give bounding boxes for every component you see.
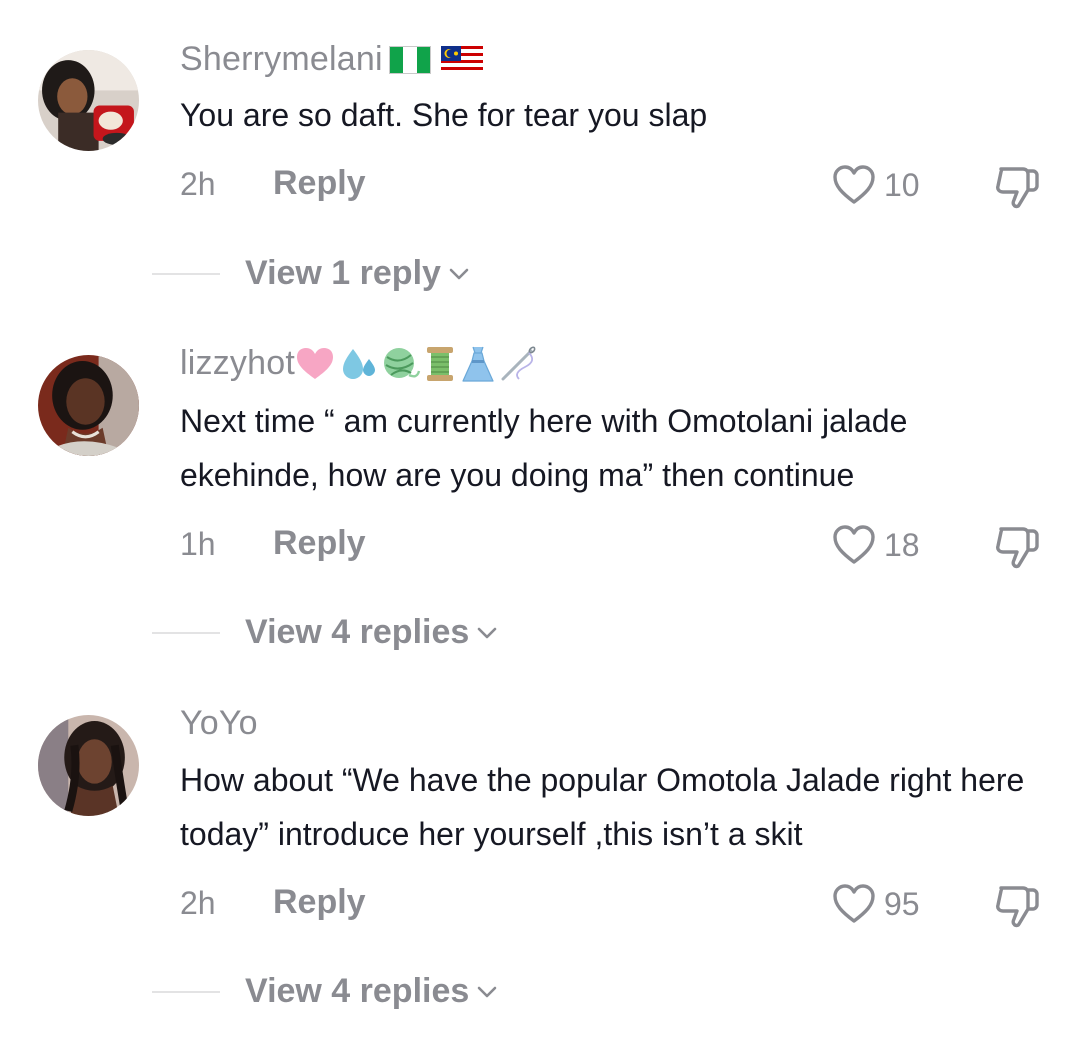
dislike-button[interactable]: [993, 524, 1041, 575]
thumbs-down-icon: [996, 886, 1039, 928]
comment-time: 1h: [180, 526, 216, 562]
avatar[interactable]: [38, 355, 139, 456]
dislike-button[interactable]: [993, 164, 1041, 215]
view-replies-row: View 1 reply: [0, 250, 1080, 300]
replies-divider: [152, 632, 220, 634]
view-replies-button[interactable]: View 4 replies: [245, 613, 497, 652]
comment-item: lizzyhot Next time “ am currently here w…: [0, 330, 1080, 630]
comment-text: You are so daft. She for tear you slap: [180, 97, 708, 133]
view-replies-label: View 4 replies: [245, 972, 470, 1010]
chevron-down-icon: [477, 986, 497, 997]
like-button[interactable]: 95: [832, 883, 920, 925]
comment-item: YoYo How about “We have the popular Omot…: [0, 690, 1080, 980]
reply-button[interactable]: Reply: [273, 524, 366, 563]
like-button[interactable]: 18: [832, 524, 920, 566]
view-replies-button[interactable]: View 1 reply: [245, 254, 469, 293]
avatar[interactable]: [38, 50, 139, 151]
replies-divider: [152, 273, 220, 275]
like-button[interactable]: 10: [832, 164, 920, 206]
sweat-droplets-icon: [342, 348, 375, 379]
comment-username[interactable]: lizzyhot: [180, 344, 547, 383]
comment-time: 2h: [180, 885, 216, 921]
like-count: 10: [884, 166, 920, 203]
comment-text: Next time “ am currently here with Omoto…: [180, 403, 908, 493]
username-text: YoYo: [180, 704, 258, 742]
heart-icon: [833, 884, 875, 923]
view-replies-button[interactable]: View 4 replies: [245, 972, 497, 1011]
view-replies-row: View 4 replies: [0, 609, 1080, 659]
nigeria-flag-icon: [388, 45, 431, 74]
view-replies-label: View 4 replies: [245, 613, 470, 651]
username-text: Sherrymelani: [180, 40, 383, 78]
comment-text: How about “We have the popular Omotola J…: [180, 762, 1025, 852]
comment-time: 2h: [180, 166, 216, 202]
view-replies-row: View 4 replies: [0, 968, 1080, 1018]
like-count: 95: [884, 885, 920, 922]
dislike-button[interactable]: [993, 883, 1041, 934]
chevron-down-icon: [477, 627, 497, 638]
thumbs-down-icon: [996, 527, 1039, 569]
replies-divider: [152, 991, 220, 993]
username-text: lizzyhot: [180, 344, 295, 382]
view-replies-label: View 1 reply: [245, 254, 441, 292]
sewing-needle-icon: [501, 346, 536, 380]
dress-icon: [462, 346, 494, 382]
heart-icon: [833, 525, 875, 564]
avatar[interactable]: [38, 715, 139, 816]
pink-heart-icon: [296, 347, 333, 379]
yarn-icon: [383, 347, 421, 378]
heart-icon: [833, 165, 875, 204]
malaysia-flag-icon: [440, 45, 483, 74]
comment-username[interactable]: Sherrymelani: [180, 40, 493, 79]
reply-button[interactable]: Reply: [273, 164, 366, 203]
thread-spool-icon: [426, 346, 453, 381]
thumbs-down-icon: [996, 167, 1039, 209]
reply-button[interactable]: Reply: [273, 883, 366, 922]
like-count: 18: [884, 526, 920, 563]
chevron-down-icon: [449, 268, 469, 279]
comment-username[interactable]: YoYo: [180, 704, 258, 743]
